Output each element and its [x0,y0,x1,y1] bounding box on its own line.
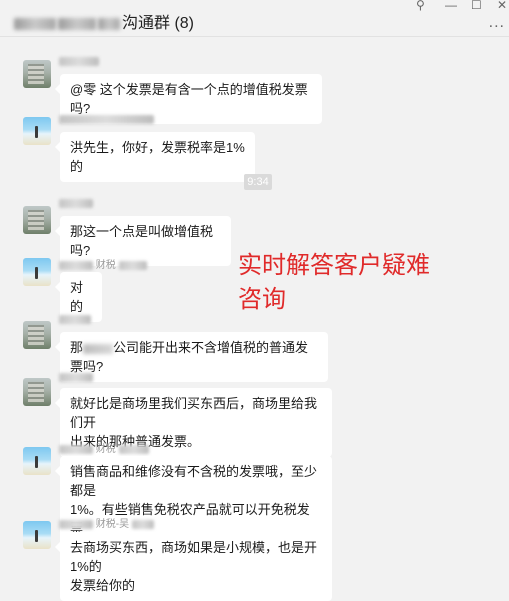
sender-name-visible: 财税 [95,260,116,271]
message-text: 洪先生，你好，发票税率是1%的 [70,140,245,174]
sender-name [59,198,93,209]
overlay-line: 咨询 [238,285,286,313]
sender-name [59,314,91,325]
sender-name: 财税 [59,440,149,455]
sender-name: 财税-吴 [59,515,154,530]
message-text-start: 那 [70,340,84,355]
message-text: 那这一个点是叫做增值税吗? [70,224,214,258]
message-bubble: 那公司能开出来不含增值税的普通发票吗? [55,332,328,382]
sender-name [59,56,99,67]
message-bubble: 洪先生，你好，发票税率是1%的 [55,132,255,182]
title-redacted [14,17,56,30]
avatar[interactable] [23,206,51,234]
overlay-line: 实时解答客户疑难 [238,251,430,279]
avatar[interactable] [23,321,51,349]
annotation-overlay: 实时解答客户疑难 咨询 [238,248,430,316]
message-bubble: 去商场买东西，商场如果是小规模，也是开1%的 发票给你的 [55,532,332,601]
message-line: 销售商品和维修没有不含税的发票哦，至少都是 [70,464,318,498]
sender-name-visible: 财税 [95,444,116,455]
avatar[interactable] [23,378,51,406]
title-redacted [58,17,96,30]
message-line: 就好比是商场里我们买东西后，商场里给我们开 [70,396,318,430]
maximize-icon[interactable]: ☐ [471,0,482,12]
title-redacted [98,17,120,30]
message-bubble: 销售商品和维修没有不含税的发票哦，至少都是 1%。有些销售免税农产品就可以开免税… [55,456,332,544]
avatar[interactable] [23,258,51,286]
minimize-icon[interactable]: — [445,0,457,12]
sender-name-visible: 财税-吴 [95,519,130,530]
timestamp: 9:34 [244,174,272,190]
message-text: 对的 [70,280,84,314]
divider [0,36,509,37]
message-text: @零 这个发票是有含一个点的增值税发票吗? [70,82,308,116]
chat-title-text: 沟通群 (8) [122,15,195,32]
avatar[interactable] [23,117,51,145]
title-bar: 沟通群 (8) ⚲ — ☐ ✕ ... [0,0,509,36]
chat-title: 沟通群 (8) [14,9,194,33]
close-icon[interactable]: ✕ [497,0,507,12]
message-line: 去商场买东西，商场如果是小规模，也是开1%的 [70,540,318,574]
avatar[interactable] [23,521,51,549]
pin-icon[interactable]: ⚲ [416,0,425,12]
more-options-button[interactable]: ... [489,14,505,32]
avatar[interactable] [23,447,51,475]
sender-name [59,114,154,125]
sender-name: 财税 [59,256,147,271]
redacted-text [83,343,114,354]
avatar[interactable] [23,60,51,88]
sender-name [59,372,93,383]
